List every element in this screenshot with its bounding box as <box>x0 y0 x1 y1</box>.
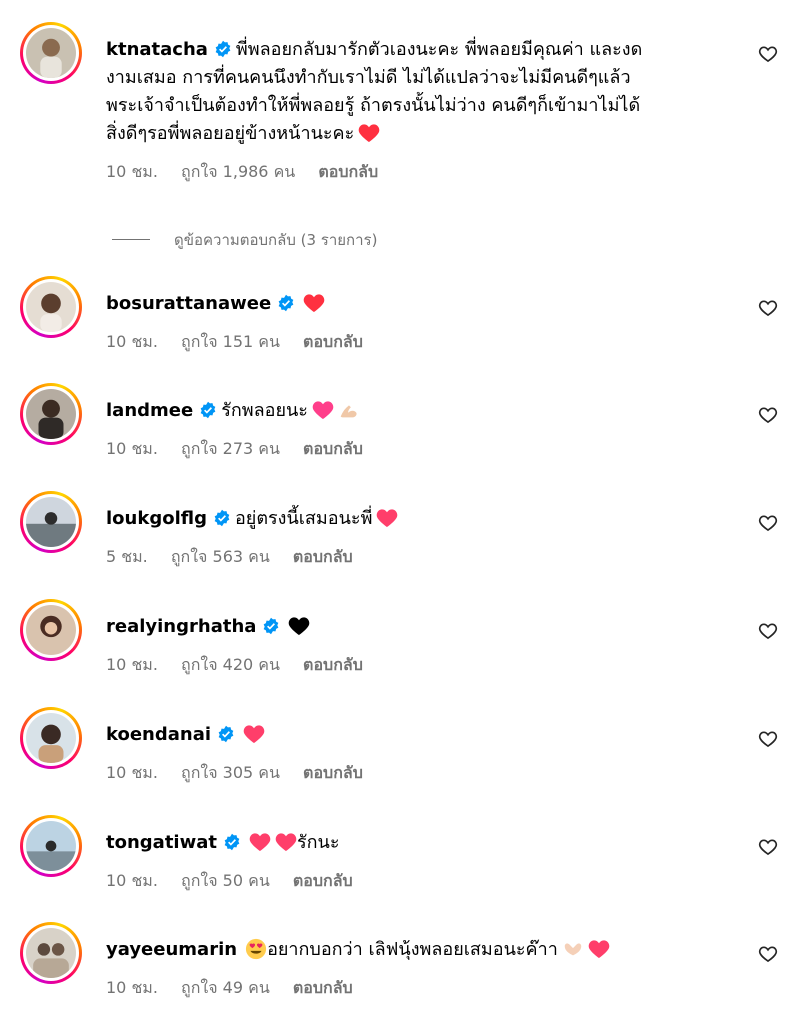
comment-text: รักพลอยนะ <box>221 400 308 421</box>
username[interactable]: realyingrhatha <box>106 616 256 637</box>
username[interactable]: tongatiwat <box>106 832 217 853</box>
pink-heart-emoji <box>588 940 610 959</box>
heart-outline-icon[interactable] <box>758 513 778 533</box>
username[interactable]: bosurattanawee <box>106 293 271 314</box>
verified-badge-icon <box>215 40 231 58</box>
comment-text: อยู่ตรงนี้เสมอนะพี่ <box>234 508 373 529</box>
reply-button[interactable]: ตอบกลับ <box>293 871 353 890</box>
black-heart-emoji <box>289 617 310 636</box>
verified-badge-icon <box>264 617 279 635</box>
heart-outline-icon[interactable] <box>758 298 778 318</box>
reply-button[interactable]: ตอบกลับ <box>318 162 378 181</box>
like-count[interactable]: ถูกใจ 305 คน <box>181 763 280 782</box>
heart-outline-icon[interactable] <box>758 729 778 749</box>
like-count[interactable]: ถูกใจ 50 คน <box>181 871 270 890</box>
username[interactable]: koendanai <box>106 724 211 745</box>
comment-time: 10 ชม. <box>106 978 158 997</box>
comment-text: พระเจ้าจำเป็นต้องทำให้พี่พลอยรู้ ถ้าตรงน… <box>106 95 641 116</box>
comment-item: realyingrhatha 10 ชม. ถูกใจ 420 คน ตอบกล… <box>0 599 800 679</box>
comment-time: 10 ชม. <box>106 332 158 351</box>
heart-outline-icon[interactable] <box>758 944 778 964</box>
view-replies-button[interactable]: ดูข้อความตอบกลับ (3 รายการ) <box>112 228 377 252</box>
like-count[interactable]: ถูกใจ 420 คน <box>181 655 280 674</box>
comment-item: loukgolflg อยู่ตรงนี้เสมอนะพี่ 5 ชม. ถูกใ… <box>0 491 800 571</box>
comment-text: รักนะ <box>296 832 340 853</box>
heart-hands-emoji <box>564 943 582 956</box>
verified-badge-icon <box>218 725 234 743</box>
red-heart-emoji <box>303 294 325 313</box>
reply-button[interactable]: ตอบกลับ <box>303 332 363 351</box>
comment-time: 10 ชม. <box>106 871 158 890</box>
username[interactable]: yayeeumarin <box>106 939 237 960</box>
like-count[interactable]: ถูกใจ 1,986 คน <box>181 162 295 181</box>
flexed-biceps-emoji <box>340 405 357 418</box>
like-count[interactable]: ถูกใจ 151 คน <box>181 332 280 351</box>
avatar[interactable] <box>20 383 82 445</box>
pink-heart-emoji <box>275 833 297 852</box>
avatar[interactable] <box>20 815 82 877</box>
verified-badge-icon <box>214 509 230 527</box>
avatar[interactable] <box>20 922 82 984</box>
avatar[interactable] <box>20 22 82 84</box>
comment-item: yayeeumarin อยากบอกว่า เลิฟนุ้งพลอยเสมอนะ… <box>0 922 800 1002</box>
reply-button[interactable]: ตอบกลับ <box>293 978 353 997</box>
comment-text: พี่พลอยกลับมารักตัวเองนะคะ พี่พลอยมีคุณค… <box>235 39 643 60</box>
divider <box>112 239 150 240</box>
verified-badge-icon <box>224 833 240 851</box>
comment-text: สิ่งดีๆรอพี่พลอยอยู่ข้างหน้านะคะ <box>106 123 355 144</box>
comment-time: 5 ชม. <box>106 547 148 566</box>
comment-item: ktnatacha พี่พลอยกลับมารักตัวเองนะคะ พี่พ… <box>0 22 800 222</box>
avatar[interactable] <box>20 599 82 661</box>
comment-text: อยากบอกว่า เลิฟนุ้งพลอยเสมอนะค๊าา <box>267 939 558 960</box>
pink-heart-emoji <box>377 509 398 528</box>
pink-heart-emoji <box>249 833 271 852</box>
reply-button[interactable]: ตอบกลับ <box>303 655 363 674</box>
like-count[interactable]: ถูกใจ 49 คน <box>181 978 270 997</box>
comment-item: tongatiwat รักนะ 10 ชม. ถูกใจ 50 คน ตอบกล… <box>0 815 800 895</box>
avatar[interactable] <box>20 707 82 769</box>
like-count[interactable]: ถูกใจ 563 คน <box>171 547 270 566</box>
heart-outline-icon[interactable] <box>758 837 778 857</box>
reply-button[interactable]: ตอบกลับ <box>293 547 353 566</box>
username[interactable]: loukgolflg <box>106 508 207 529</box>
comment-time: 10 ชม. <box>106 162 158 181</box>
avatar[interactable] <box>20 491 82 553</box>
username[interactable]: landmee <box>106 400 193 421</box>
comment-item: bosurattanawee 10 ชม. ถูกใจ 151 คน ตอบกล… <box>0 276 800 356</box>
comment-time: 10 ชม. <box>106 439 158 458</box>
avatar[interactable] <box>20 276 82 338</box>
username[interactable]: ktnatacha <box>106 39 208 60</box>
like-count[interactable]: ถูกใจ 273 คน <box>181 439 280 458</box>
comment-item: landmee รักพลอยนะ 10 ชม. ถูกใจ 273 คน ตอบ… <box>0 383 800 463</box>
heart-outline-icon[interactable] <box>758 44 778 64</box>
comment-item: koendanai 10 ชม. ถูกใจ 305 คน ตอบกลับ <box>0 707 800 787</box>
comment-time: 10 ชม. <box>106 655 158 674</box>
comment-text: งามเสมอ การที่คนคนนึงทำกับเราไม่ดี ไม่ได… <box>106 67 631 88</box>
heart-outline-icon[interactable] <box>758 621 778 641</box>
reply-button[interactable]: ตอบกลับ <box>303 763 363 782</box>
red-heart-emoji <box>358 124 380 143</box>
verified-badge-icon <box>278 294 294 312</box>
pink-heart-emoji <box>243 725 265 744</box>
comment-time: 10 ชม. <box>106 763 158 782</box>
reply-button[interactable]: ตอบกลับ <box>303 439 363 458</box>
heart-outline-icon[interactable] <box>758 405 778 425</box>
verified-badge-icon <box>200 401 216 419</box>
pink-heart-emoji <box>312 401 334 420</box>
heart-eyes-emoji <box>245 938 267 960</box>
